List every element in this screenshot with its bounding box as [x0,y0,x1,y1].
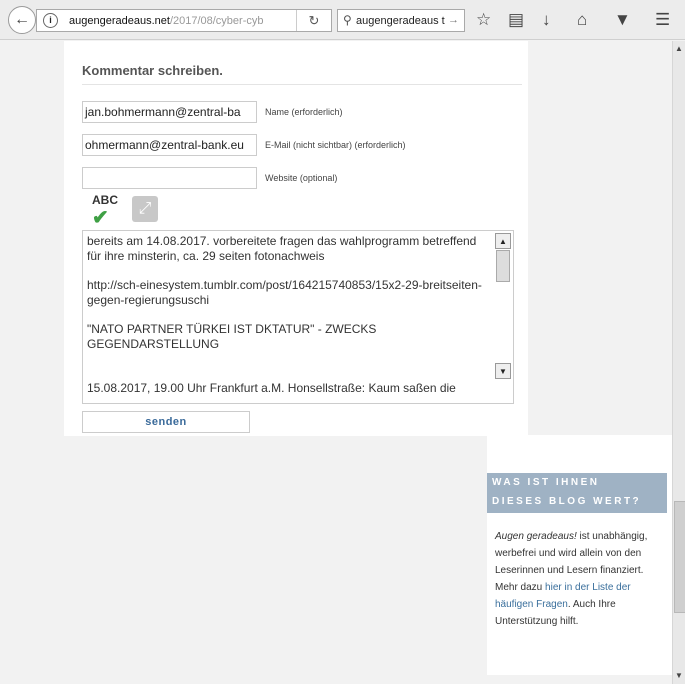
go-arrow-icon[interactable]: → [448,14,459,26]
scroll-up-icon[interactable]: ▲ [495,233,511,249]
page-scrollbar[interactable]: ▲ ▼ [672,41,685,684]
browser-toolbar: ← i augengeradeaus.net/2017/08/cyber-cyb… [0,0,685,40]
checkmark-icon: ✔ [92,207,109,229]
comment-line: bereits am 14.08.2017. vorbereitete frag… [87,234,477,263]
search-icon: ⚲ [343,13,352,27]
scroll-down-icon[interactable]: ▼ [495,363,511,379]
comment-heading: Kommentar schreiben. [82,63,223,78]
textarea-scrollbar[interactable]: ▲ ▼ [495,233,511,393]
comment-line: http://sch-einesystem.tumblr.com/post/16… [87,278,482,307]
divider [82,84,522,85]
url-text: augengeradeaus.net/2017/08/cyber-cyb [69,15,264,27]
banner-line: WAS IST IHNEN [492,477,600,488]
comment-line: 15.08.2017, 19.00 Uhr Frankfurt a.M. Hon… [87,381,456,395]
reading-list-icon[interactable]: ▤ [508,10,524,30]
reload-icon[interactable]: ↻ [296,10,331,31]
search-bar[interactable]: ⚲ augengeradeaus t → [337,9,465,32]
sidebar-text-part: Mehr dazu [495,582,546,593]
name-label: Name (erforderlich) [265,107,343,117]
blog-name: Augen geradeaus! [495,531,577,542]
comment-textarea[interactable]: bereits am 14.08.2017. vorbereitete frag… [82,230,514,404]
comment-line [87,366,492,367]
fullscreen-icon[interactable]: ⤢ [132,196,158,222]
page-scroll-thumb[interactable] [674,501,685,613]
spellcheck-icon[interactable]: ABC ✔ [88,193,122,229]
menu-icon[interactable]: ☰ [655,10,670,30]
email-field[interactable]: ohmermann@zentral-bank.eu [82,134,257,156]
bookmark-star-icon[interactable]: ☆ [476,10,491,30]
scroll-up-icon[interactable]: ▲ [675,44,683,53]
sidebar-banner: WAS IST IHNEN DIESES BLOG WERT? [487,473,667,513]
website-field[interactable] [82,167,257,189]
scroll-thumb[interactable] [496,250,510,282]
comment-line: "NATO PARTNER TÜRKEI IST DKTATUR" - ZWEC… [87,322,377,351]
download-icon[interactable]: ↓ [542,10,551,30]
comment-text: bereits am 14.08.2017. vorbereitete frag… [87,234,492,403]
home-icon[interactable]: ⌂ [577,10,587,30]
pocket-icon[interactable]: ▼ [614,10,631,30]
send-button[interactable]: senden [82,411,250,433]
sidebar-text: Augen geradeaus! ist unabhängig, werbefr… [495,528,663,630]
url-bar[interactable]: i augengeradeaus.net/2017/08/cyber-cyb ↻ [36,9,332,32]
website-label: Website (optional) [265,173,338,183]
scroll-down-icon[interactable]: ▼ [675,671,683,680]
email-label: E-Mail (nicht sichtbar) (erforderlich) [265,140,406,150]
name-field[interactable]: jan.bohmermann@zentral-ba [82,101,257,123]
info-icon[interactable]: i [43,13,58,28]
search-text: augengeradeaus t [356,15,445,27]
banner-line: DIESES BLOG WERT? [492,496,642,507]
back-arrow-icon[interactable]: ← [8,6,36,34]
